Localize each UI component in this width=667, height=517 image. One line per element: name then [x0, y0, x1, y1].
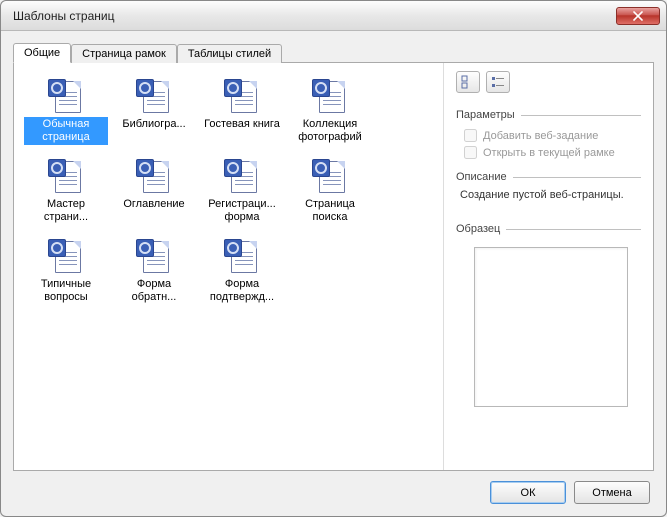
view-toggle-group [456, 71, 641, 93]
template-icon [136, 159, 172, 195]
dialog-content: Общие Страница рамок Таблицы стилей Обыч… [1, 31, 666, 516]
view-large-icons-button[interactable] [456, 71, 480, 93]
preview-box [474, 247, 628, 407]
template-label: Оглавление [121, 197, 186, 212]
close-icon [633, 11, 643, 21]
window-title: Шаблоны страниц [13, 9, 616, 23]
template-label: Мастер страни... [24, 197, 108, 225]
template-item[interactable]: Гостевая книга [198, 77, 286, 157]
template-icon [224, 239, 260, 275]
parameters-label: Параметры [456, 109, 515, 121]
template-label: Форма обратн... [112, 277, 196, 305]
tab-stylesheets[interactable]: Таблицы стилей [177, 44, 282, 63]
template-label: Библиогра... [120, 117, 187, 132]
template-item[interactable]: Регистраци... форма [198, 157, 286, 237]
template-label: Типичные вопросы [24, 277, 108, 305]
description-text: Создание пустой веб-страницы. [460, 189, 641, 201]
button-bar: ОК Отмена [13, 471, 654, 506]
template-item[interactable]: Типичные вопросы [22, 237, 110, 317]
template-item[interactable]: Форма обратн... [110, 237, 198, 317]
template-icon [48, 159, 84, 195]
template-label: Обычная страница [24, 117, 108, 145]
description-header: Описание [456, 171, 641, 183]
template-icon [136, 239, 172, 275]
parameters-header: Параметры [456, 109, 641, 121]
opt-current-frame: Открыть в текущей рамке [464, 146, 641, 159]
titlebar: Шаблоны страниц [1, 1, 666, 31]
template-icon [224, 79, 260, 115]
description-label: Описание [456, 171, 507, 183]
large-icons-icon [461, 75, 475, 89]
list-icon [491, 75, 505, 89]
opt-web-task-checkbox [464, 129, 477, 142]
template-icon [48, 239, 84, 275]
template-item[interactable]: Страница поиска [286, 157, 374, 237]
tab-general[interactable]: Общие [13, 43, 71, 63]
template-label: Регистраци... форма [200, 197, 284, 225]
template-icon [312, 79, 348, 115]
template-icon [136, 79, 172, 115]
tab-strip: Общие Страница рамок Таблицы стилей [13, 41, 654, 62]
template-label: Коллекция фотографий [288, 117, 372, 145]
template-item[interactable]: Оглавление [110, 157, 198, 237]
template-label: Гостевая книга [202, 117, 282, 132]
preview-label: Образец [456, 223, 500, 235]
tab-frames[interactable]: Страница рамок [71, 44, 177, 63]
template-item[interactable]: Обычная страница [22, 77, 110, 157]
opt-web-task: Добавить веб-задание [464, 129, 641, 142]
template-item[interactable]: Библиогра... [110, 77, 198, 157]
close-button[interactable] [616, 7, 660, 25]
template-icon [48, 79, 84, 115]
template-icon [224, 159, 260, 195]
template-item[interactable]: Форма подтвержд... [198, 237, 286, 317]
ok-button[interactable]: ОК [490, 481, 566, 504]
template-item[interactable]: Мастер страни... [22, 157, 110, 237]
opt-current-frame-checkbox [464, 146, 477, 159]
dialog-window: Шаблоны страниц Общие Страница рамок Таб… [0, 0, 667, 517]
main-panel: Обычная страница Библиогра... Гостевая кни… [13, 62, 654, 471]
opt-web-task-label: Добавить веб-задание [483, 130, 598, 142]
template-grid: Обычная страница Библиогра... Гостевая кни… [14, 63, 443, 470]
opt-current-frame-label: Открыть в текущей рамке [483, 147, 615, 159]
view-list-button[interactable] [486, 71, 510, 93]
preview-header: Образец [456, 223, 641, 235]
template-label: Форма подтвержд... [200, 277, 284, 305]
template-icon [312, 159, 348, 195]
right-panel: Параметры Добавить веб-задание Открыть в… [443, 63, 653, 470]
template-label: Страница поиска [288, 197, 372, 225]
cancel-button[interactable]: Отмена [574, 481, 650, 504]
template-item[interactable]: Коллекция фотографий [286, 77, 374, 157]
